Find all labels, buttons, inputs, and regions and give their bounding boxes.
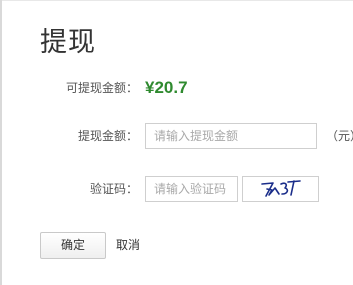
withdraw-panel: 提现 可提现金额： ¥20.7 提现金额： （元） 验证码： 确定 取消 [0,0,353,285]
captcha-label: 验证码： [89,182,138,196]
balance-label: 可提现金额： [65,81,138,95]
balance-amount: ¥20.7 [145,78,188,97]
captcha-image[interactable] [242,176,319,202]
cancel-link[interactable]: 取消 [116,237,140,253]
confirm-button[interactable]: 确定 [40,232,106,259]
top-divider [0,0,353,1]
captcha-glyphs [261,180,301,197]
amount-label: 提现金额： [77,129,138,143]
currency-unit-label: （元） [326,129,353,143]
page-title: 提现 [40,27,96,58]
captcha-input[interactable] [145,176,238,202]
withdraw-amount-input[interactable] [145,123,317,149]
